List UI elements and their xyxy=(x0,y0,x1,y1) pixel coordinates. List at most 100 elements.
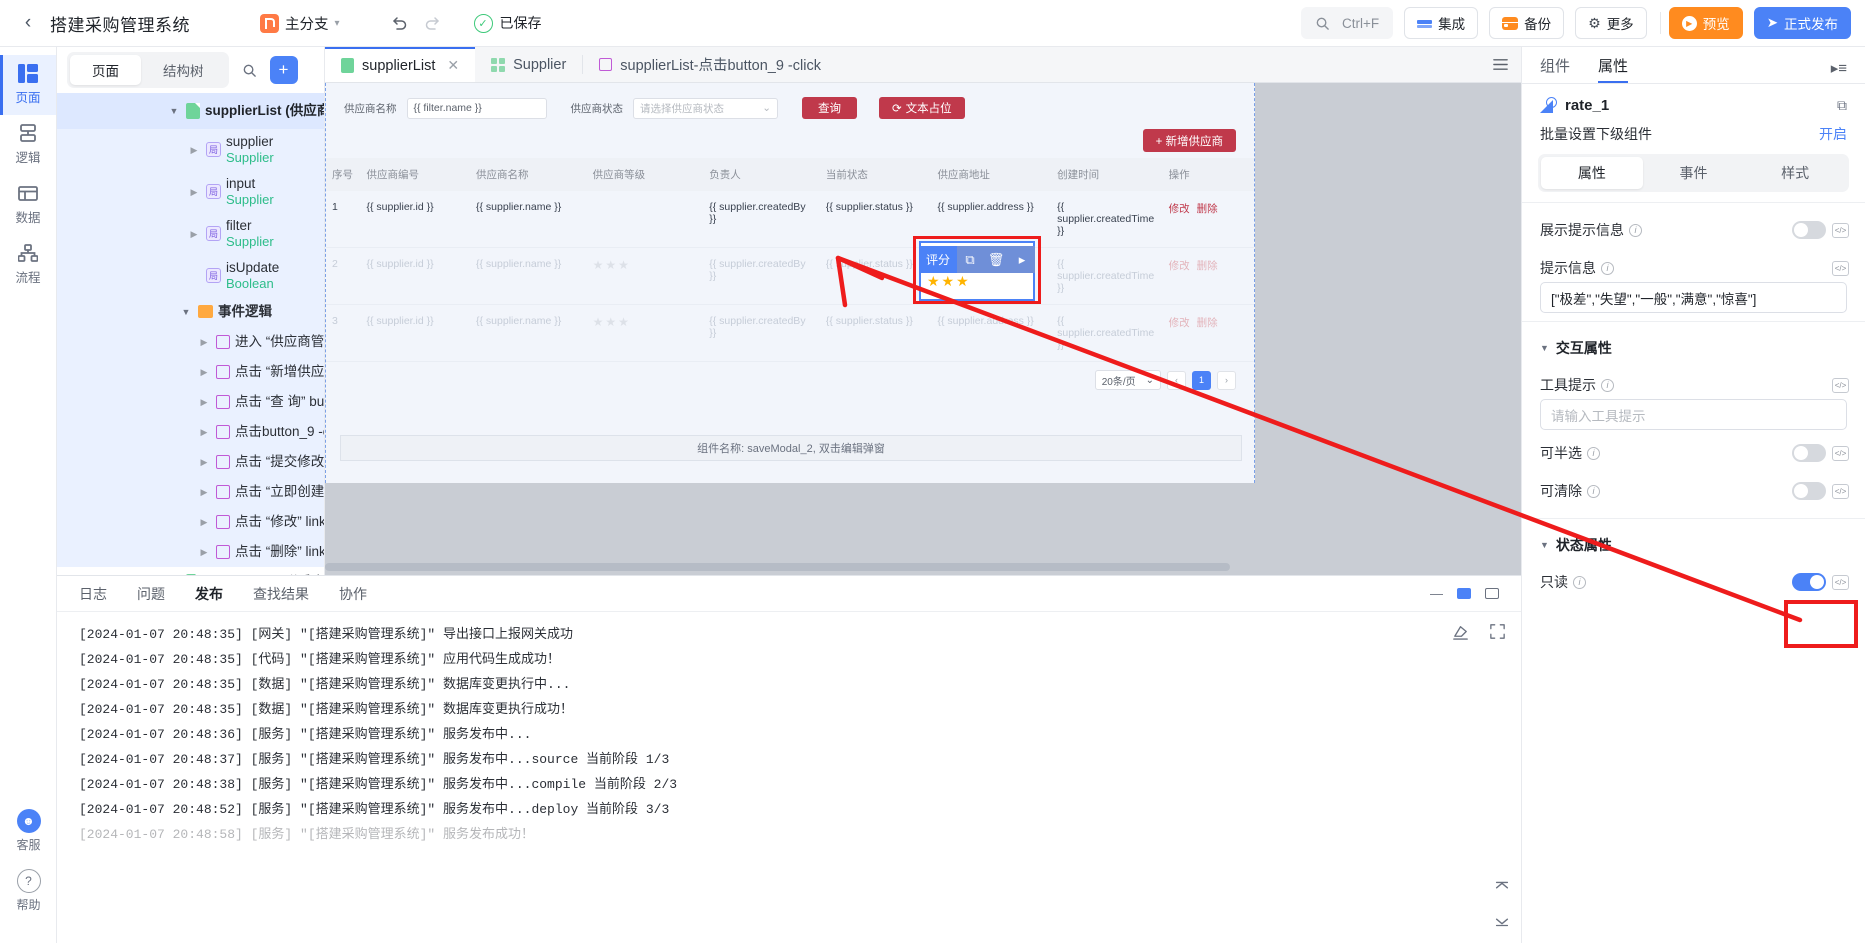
tree-node-filter[interactable]: ▶ 局 filter Supplier xyxy=(57,213,324,255)
more-button[interactable]: ⚙ 更多 xyxy=(1575,7,1647,39)
info-icon[interactable]: i xyxy=(1587,484,1600,498)
edit-link[interactable]: 修改 xyxy=(1169,317,1190,329)
query-button[interactable]: 查询 xyxy=(802,97,857,119)
tree-node-event-create-now[interactable]: ▶ 点击 “立即创建” but xyxy=(57,477,324,507)
batch-setting-action[interactable]: 开启 xyxy=(1819,124,1847,144)
table-row[interactable]: 3 {{ supplier.id }} {{ supplier.name }} … xyxy=(326,304,1254,362)
copy-icon[interactable]: ⧉ xyxy=(1837,97,1847,114)
add-supplier-button[interactable]: + 新增供应商 xyxy=(1142,129,1236,152)
tree-tab-structure[interactable]: 结构树 xyxy=(141,55,226,85)
chevron-right-icon[interactable]: ▶ xyxy=(197,417,211,447)
rail-item-logic[interactable]: 逻辑 xyxy=(0,115,56,175)
preview-button[interactable]: ▶ 预览 xyxy=(1668,7,1743,39)
rail-item-flow[interactable]: 流程 xyxy=(0,235,56,295)
delete-link[interactable]: 删除 xyxy=(1197,203,1218,215)
edit-link[interactable]: 修改 xyxy=(1169,260,1190,272)
filter-status-select[interactable]: 请选择供应商状态 ⌄ xyxy=(633,97,778,119)
scroll-up-icon[interactable] xyxy=(1493,877,1511,898)
canvas-list-button[interactable] xyxy=(1492,47,1521,82)
canvas-horizontal-scrollbar[interactable] xyxy=(325,563,1521,571)
prev-page-button[interactable]: ‹ xyxy=(1167,370,1186,390)
tree-node-supplier[interactable]: ▶ 局 supplier Supplier xyxy=(57,129,324,171)
table-row[interactable]: 1 {{ supplier.id }} {{ supplier.name }} … xyxy=(326,191,1254,248)
tree-node-input[interactable]: ▶ 局 input Supplier xyxy=(57,171,324,213)
collapse-panel-icon[interactable]: ▸≡ xyxy=(1831,59,1847,83)
code-binding-icon[interactable]: </> xyxy=(1832,377,1849,393)
prop-tooltip-input[interactable]: 请输入工具提示 xyxy=(1540,399,1847,430)
scroll-down-icon[interactable] xyxy=(1493,912,1511,933)
log-tab-search-results[interactable]: 查找结果 xyxy=(253,584,309,604)
prop-allow-half-toggle[interactable] xyxy=(1792,444,1826,462)
tree-search-button[interactable] xyxy=(237,57,263,83)
canvas-tab-supplier[interactable]: Supplier xyxy=(475,47,582,82)
trash-icon[interactable]: 🗑 xyxy=(983,246,1009,273)
log-tab-issues[interactable]: 问题 xyxy=(137,584,165,604)
canvas-tab-button9-click[interactable]: supplierList-点击button_9 -click xyxy=(583,47,837,82)
publish-button[interactable]: ➤ 正式发布 xyxy=(1753,7,1851,39)
eraser-icon[interactable] xyxy=(1451,622,1470,644)
info-icon[interactable]: i xyxy=(1601,378,1614,392)
log-tab-publish[interactable]: 发布 xyxy=(195,584,223,604)
rail-item-pages[interactable]: 页面 xyxy=(0,55,56,115)
code-binding-icon[interactable]: </> xyxy=(1832,574,1849,590)
tree-node-event-logic-folder[interactable]: ▼ 事件逻辑 xyxy=(57,297,324,327)
placeholder-button[interactable]: ⟳ 文本占位 xyxy=(879,97,965,119)
canvas-stage[interactable]: 供应商名称 {{ filter.name }} 供应商状态 请选择供应商状态 ⌄… xyxy=(325,83,1521,575)
tree-node-event-edit-link[interactable]: ▶ 点击 “修改” link_3 xyxy=(57,507,324,537)
info-icon[interactable]: i xyxy=(1601,261,1614,275)
delete-link[interactable]: 删除 xyxy=(1197,260,1218,272)
page-size-select[interactable]: 20条/页 ⌄ xyxy=(1094,370,1161,390)
search-button[interactable]: Ctrl+F xyxy=(1301,7,1394,39)
chevron-right-icon[interactable]: ▶ xyxy=(197,477,211,507)
tree-node-event-submit-edit[interactable]: ▶ 点击 “提交修改” but xyxy=(57,447,324,477)
prop-clearable-toggle[interactable] xyxy=(1792,482,1826,500)
section-state[interactable]: ▼ 状态属性 xyxy=(1522,527,1865,563)
chevron-down-icon[interactable]: ▼ xyxy=(167,93,181,129)
subtab-styles[interactable]: 样式 xyxy=(1744,157,1846,189)
copy-icon[interactable]: ⧉ xyxy=(957,246,983,273)
tree-node-event-query[interactable]: ▶ 点击 “查 询” button xyxy=(57,387,324,417)
filter-name-input[interactable]: {{ filter.name }} xyxy=(406,97,547,119)
subtab-attributes[interactable]: 属性 xyxy=(1541,157,1643,189)
rail-item-data[interactable]: 数据 xyxy=(0,175,56,235)
table-row[interactable]: 2 {{ supplier.id }} {{ supplier.name }} … xyxy=(326,247,1254,305)
chevron-right-icon[interactable]: ▶ xyxy=(197,357,211,387)
chevron-right-icon[interactable]: ▸ xyxy=(1009,246,1035,273)
fullscreen-icon[interactable] xyxy=(1488,622,1507,644)
chevron-right-icon[interactable]: ▶ xyxy=(197,537,211,567)
section-interaction[interactable]: ▼ 交互属性 xyxy=(1522,330,1865,366)
back-button[interactable]: ‹ xyxy=(14,9,42,37)
chevron-right-icon[interactable]: ▶ xyxy=(197,507,211,537)
delete-link[interactable]: 删除 xyxy=(1197,317,1218,329)
canvas-tab-supplierlist[interactable]: supplierList ✕ xyxy=(325,47,476,82)
next-page-button[interactable]: › xyxy=(1217,370,1236,390)
prop-show-tip-toggle[interactable] xyxy=(1792,221,1826,239)
tree-node-event-enter-page[interactable]: ▶ 进入 “供应商管理” 页 xyxy=(57,327,324,357)
rail-item-help[interactable]: ? 帮助 xyxy=(0,869,57,913)
code-binding-icon[interactable]: </> xyxy=(1832,222,1849,238)
prop-tip-text-input[interactable]: ["极差","失望","一般","满意","惊喜"] xyxy=(1540,282,1847,313)
tree-node-event-add-supplier[interactable]: ▶ 点击 “新增供应商” b xyxy=(57,357,324,387)
chevron-right-icon[interactable]: ▶ xyxy=(197,447,211,477)
info-icon[interactable]: i xyxy=(1573,575,1586,589)
code-binding-icon[interactable]: </> xyxy=(1832,445,1849,461)
page-number-1[interactable]: 1 xyxy=(1192,370,1211,390)
chevron-right-icon[interactable]: ▶ xyxy=(197,327,211,357)
tree-add-button[interactable]: + xyxy=(269,56,298,84)
undo-button[interactable] xyxy=(382,6,416,40)
restore-icon[interactable] xyxy=(1457,588,1471,599)
minimize-icon[interactable]: — xyxy=(1430,586,1443,601)
tree-node-event-delete-link[interactable]: ▶ 点击 “删除” link_4 - xyxy=(57,537,324,567)
prop-readonly-toggle[interactable] xyxy=(1792,573,1826,591)
subtab-events[interactable]: 事件 xyxy=(1643,157,1745,189)
edit-link[interactable]: 修改 xyxy=(1169,203,1190,215)
rail-item-service[interactable]: ☻ 客服 xyxy=(0,809,57,853)
backup-button[interactable]: 备份 xyxy=(1489,7,1565,39)
chevron-down-icon[interactable]: ▼ xyxy=(179,297,193,327)
chevron-right-icon[interactable]: ▶ xyxy=(187,171,201,213)
integration-button[interactable]: 集成 xyxy=(1404,7,1479,39)
close-icon[interactable]: ✕ xyxy=(447,57,459,74)
chevron-right-icon[interactable]: ▶ xyxy=(197,387,211,417)
chevron-right-icon[interactable]: ▶ xyxy=(187,129,201,171)
log-output[interactable]: [2024-01-07 20:48:35] [网关] "[搭建采购管理系统]" … xyxy=(57,612,1521,943)
